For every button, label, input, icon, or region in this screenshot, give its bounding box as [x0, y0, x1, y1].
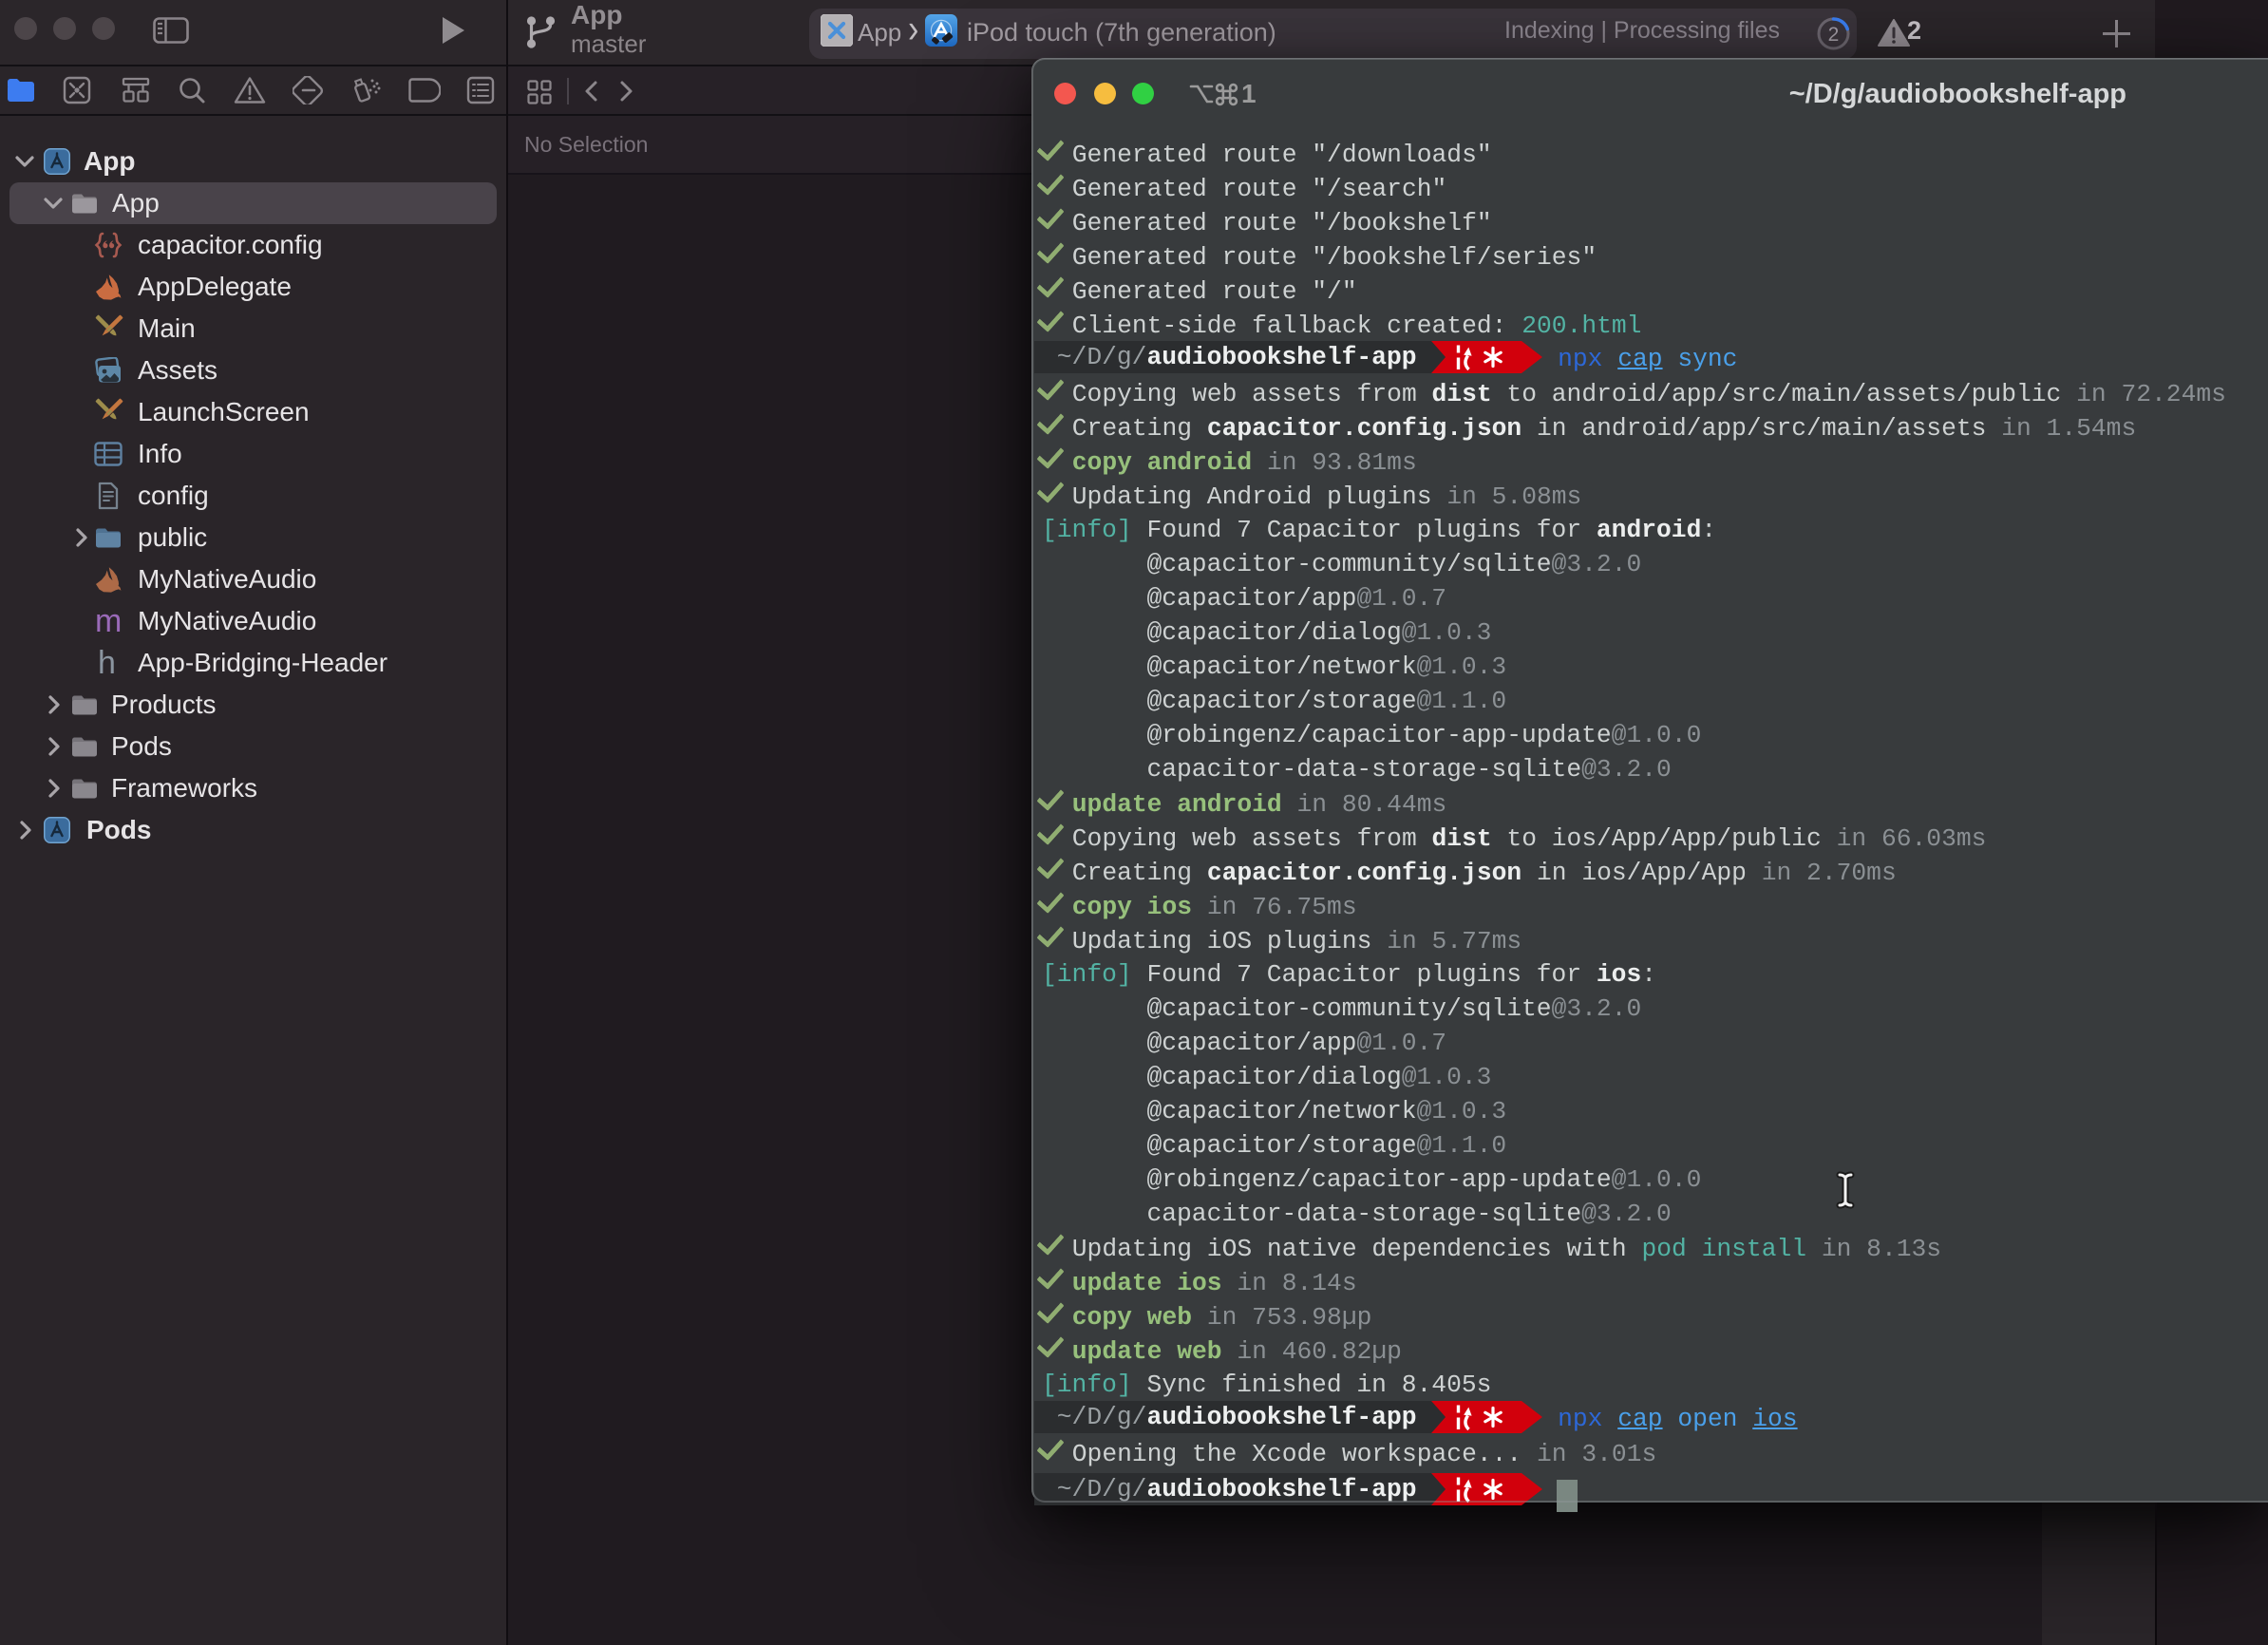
svg-text:2: 2: [1828, 24, 1840, 46]
